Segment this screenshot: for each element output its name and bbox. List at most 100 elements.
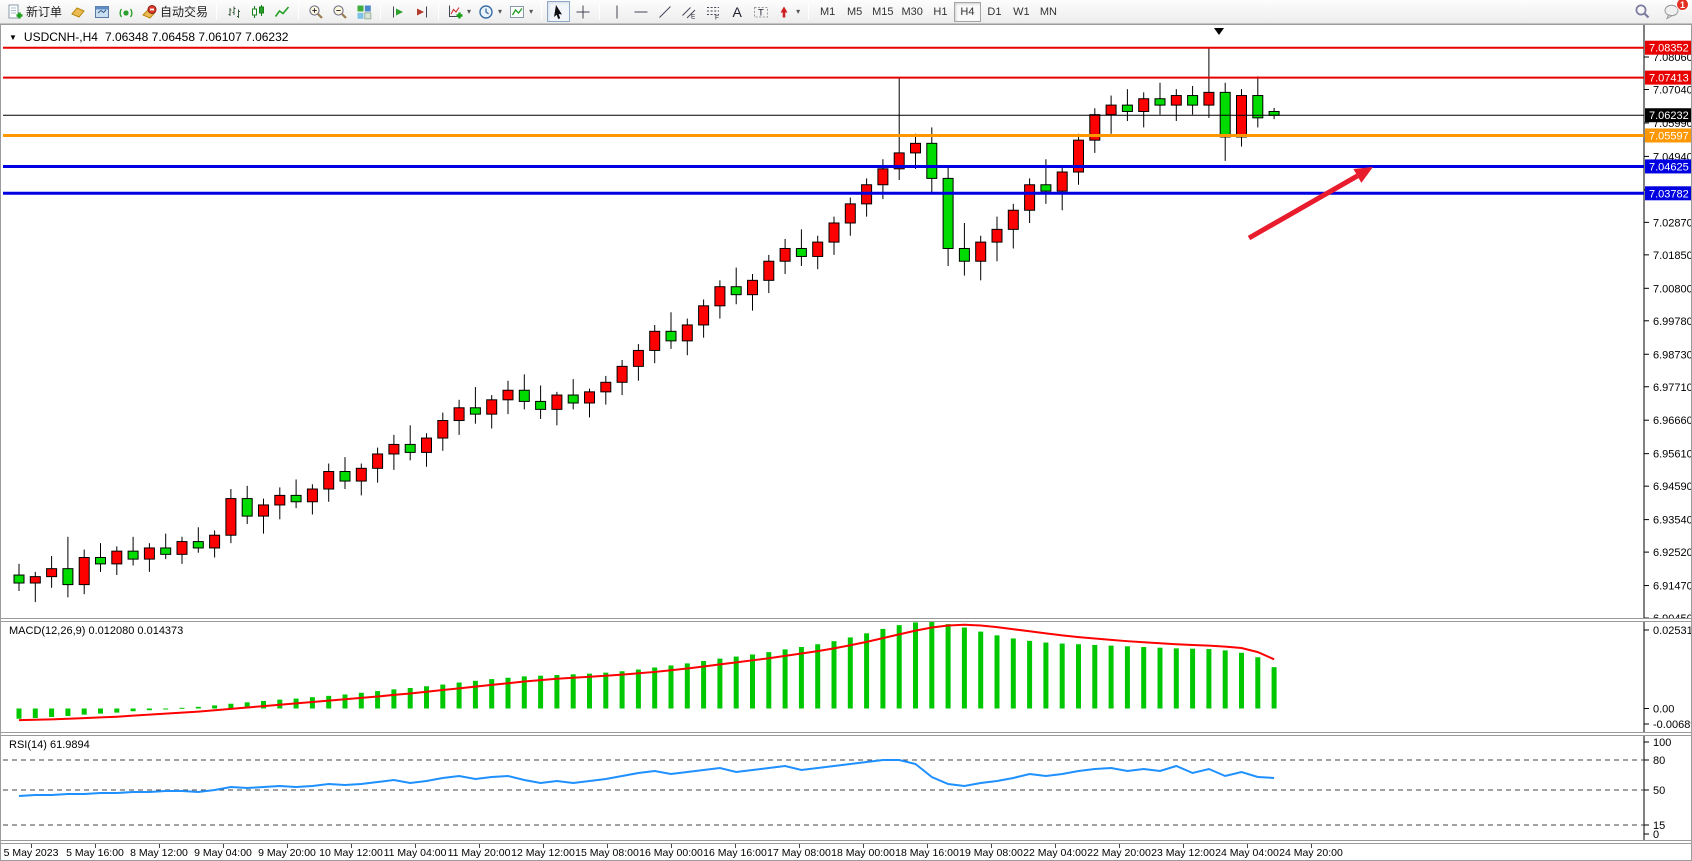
autotrade-label: 自动交易 [160, 3, 208, 20]
trendline-tool-button[interactable] [653, 1, 676, 22]
time-axis-label: 12 May 12:00 [511, 847, 575, 859]
rsi-canvas: 1008050150 [1, 736, 1692, 840]
search-button[interactable] [1631, 1, 1654, 22]
candlestick [422, 438, 432, 452]
periods-button[interactable] [475, 1, 505, 22]
data-window-button[interactable] [90, 1, 113, 22]
new-chart-button[interactable] [444, 1, 474, 22]
time-axis-label: 9 May 20:00 [258, 847, 316, 859]
macd-histogram-bar [489, 679, 494, 708]
timeframe-button-W1[interactable]: W1 [1008, 2, 1035, 22]
chart-window: 7.080607.070407.059907.049407.038907.028… [0, 24, 1692, 861]
svg-text:F: F [715, 14, 719, 20]
zoom-in-button[interactable] [304, 1, 327, 22]
candlestick [601, 382, 611, 392]
candlestick [144, 548, 154, 559]
timeframe-button-M30[interactable]: M30 [898, 2, 927, 22]
collapse-icon[interactable]: ▼ [9, 33, 17, 42]
vertical-line-tool-button[interactable] [605, 1, 628, 22]
price-level-badge-text: 7.07413 [1649, 73, 1689, 85]
macd-histogram-bar [1141, 647, 1146, 709]
timeframe-button-D1[interactable]: D1 [981, 2, 1008, 22]
bar-chart-button[interactable] [222, 1, 245, 22]
macd-histogram-bar [750, 655, 755, 709]
macd-scale-label: 0.025318 [1653, 625, 1692, 637]
time-axis-label: 22 May 04:00 [1023, 847, 1087, 859]
fibonacci-tool-button[interactable]: F [701, 1, 724, 22]
candlestick [911, 143, 921, 153]
signal-icon [118, 4, 134, 20]
macd-histogram-bar [326, 696, 331, 709]
macd-histogram-bar [1206, 649, 1211, 708]
candlestick [633, 350, 643, 366]
macd-panel[interactable]: 0.0253180.00-0.006894 MACD(12,26,9) 0.01… [1, 622, 1691, 732]
timeframe-button-M5[interactable]: M5 [841, 2, 868, 22]
candlestick [242, 499, 252, 517]
price-tick-label: 6.90450 [1653, 613, 1692, 618]
symbols-button[interactable] [66, 1, 89, 22]
crosshair-tool-button[interactable] [571, 1, 594, 22]
candlestick [780, 248, 790, 261]
tile-windows-button[interactable] [352, 1, 375, 22]
svg-text:A: A [732, 4, 742, 20]
indicators-template-icon [509, 4, 525, 20]
macd-histogram-bar [946, 624, 951, 708]
toolbar-separator [599, 3, 600, 20]
macd-histogram-bar [734, 657, 739, 709]
candlestick [552, 395, 562, 409]
time-axis[interactable]: 5 May 20235 May 16:008 May 12:009 May 04… [1, 844, 1691, 861]
candlestick [1041, 185, 1051, 191]
horizontal-line-tool-button[interactable] [629, 1, 652, 22]
text-tool-button[interactable]: A [725, 1, 748, 22]
macd-histogram-bar [636, 670, 641, 709]
price-chart-panel[interactable]: 7.080607.070407.059907.049407.038907.028… [1, 25, 1691, 618]
indicators-button[interactable] [506, 1, 536, 22]
time-axis-label: 24 May 04:00 [1215, 847, 1279, 859]
zoom-out-icon [332, 4, 348, 20]
macd-histogram-bar [131, 709, 136, 712]
time-axis-label: 24 May 20:00 [1279, 847, 1343, 859]
channel-tool-button[interactable]: E [677, 1, 700, 22]
horizontal-line-icon [633, 4, 649, 20]
candlestick [568, 395, 578, 403]
new-order-label: 新订单 [26, 3, 62, 20]
price-level-badge-text: 7.08352 [1649, 43, 1689, 55]
timeframe-button-M15[interactable]: M15 [868, 2, 897, 22]
rsi-panel[interactable]: 1008050150 RSI(14) 61.9894 [1, 736, 1691, 840]
timeframe-button-MN[interactable]: MN [1035, 2, 1062, 22]
time-axis-label: 5 May 16:00 [66, 847, 124, 859]
signal-button[interactable] [114, 1, 137, 22]
text-label-tool-button[interactable]: T [749, 1, 772, 22]
trend-arrow[interactable] [1249, 176, 1357, 238]
svg-text:T: T [758, 7, 764, 18]
toolbar-separator [438, 3, 439, 20]
chart-shift-marker[interactable] [1214, 28, 1224, 35]
chart-title: ▼ USDCNH-,H4 7.06348 7.06458 7.06107 7.0… [9, 30, 288, 44]
timeframe-button-M1[interactable]: M1 [814, 2, 841, 22]
price-tick-label: 6.96660 [1653, 415, 1692, 427]
candlestick [128, 551, 138, 559]
arrow-objects-button[interactable] [773, 1, 803, 22]
chart-shift-button[interactable] [410, 1, 433, 22]
macd-histogram-bar [17, 709, 22, 719]
new-order-button[interactable]: 新订单 [4, 1, 65, 22]
timeframe-button-H4[interactable]: H4 [954, 2, 981, 22]
candlestick [731, 287, 741, 295]
macd-histogram-bar [163, 709, 168, 710]
cursor-tool-button[interactable] [547, 1, 570, 22]
candlestick [79, 558, 89, 585]
candlestick-chart-button[interactable] [246, 1, 269, 22]
macd-histogram-bar [180, 708, 185, 709]
candlestick [976, 242, 986, 261]
line-chart-button[interactable] [270, 1, 293, 22]
auto-scroll-button[interactable] [386, 1, 409, 22]
time-axis-label: 5 May 2023 [4, 847, 59, 859]
zoom-out-button[interactable] [328, 1, 351, 22]
autotrade-button[interactable]: 自动交易 [138, 1, 211, 22]
price-chart-canvas[interactable]: 7.080607.070407.059907.049407.038907.028… [1, 25, 1692, 618]
macd-histogram-bar [701, 661, 706, 708]
bar-chart-icon [226, 4, 242, 20]
timeframe-button-H1[interactable]: H1 [927, 2, 954, 22]
time-axis-label: 16 May 16:00 [703, 847, 767, 859]
notifications-button[interactable]: 1 [1660, 1, 1684, 22]
